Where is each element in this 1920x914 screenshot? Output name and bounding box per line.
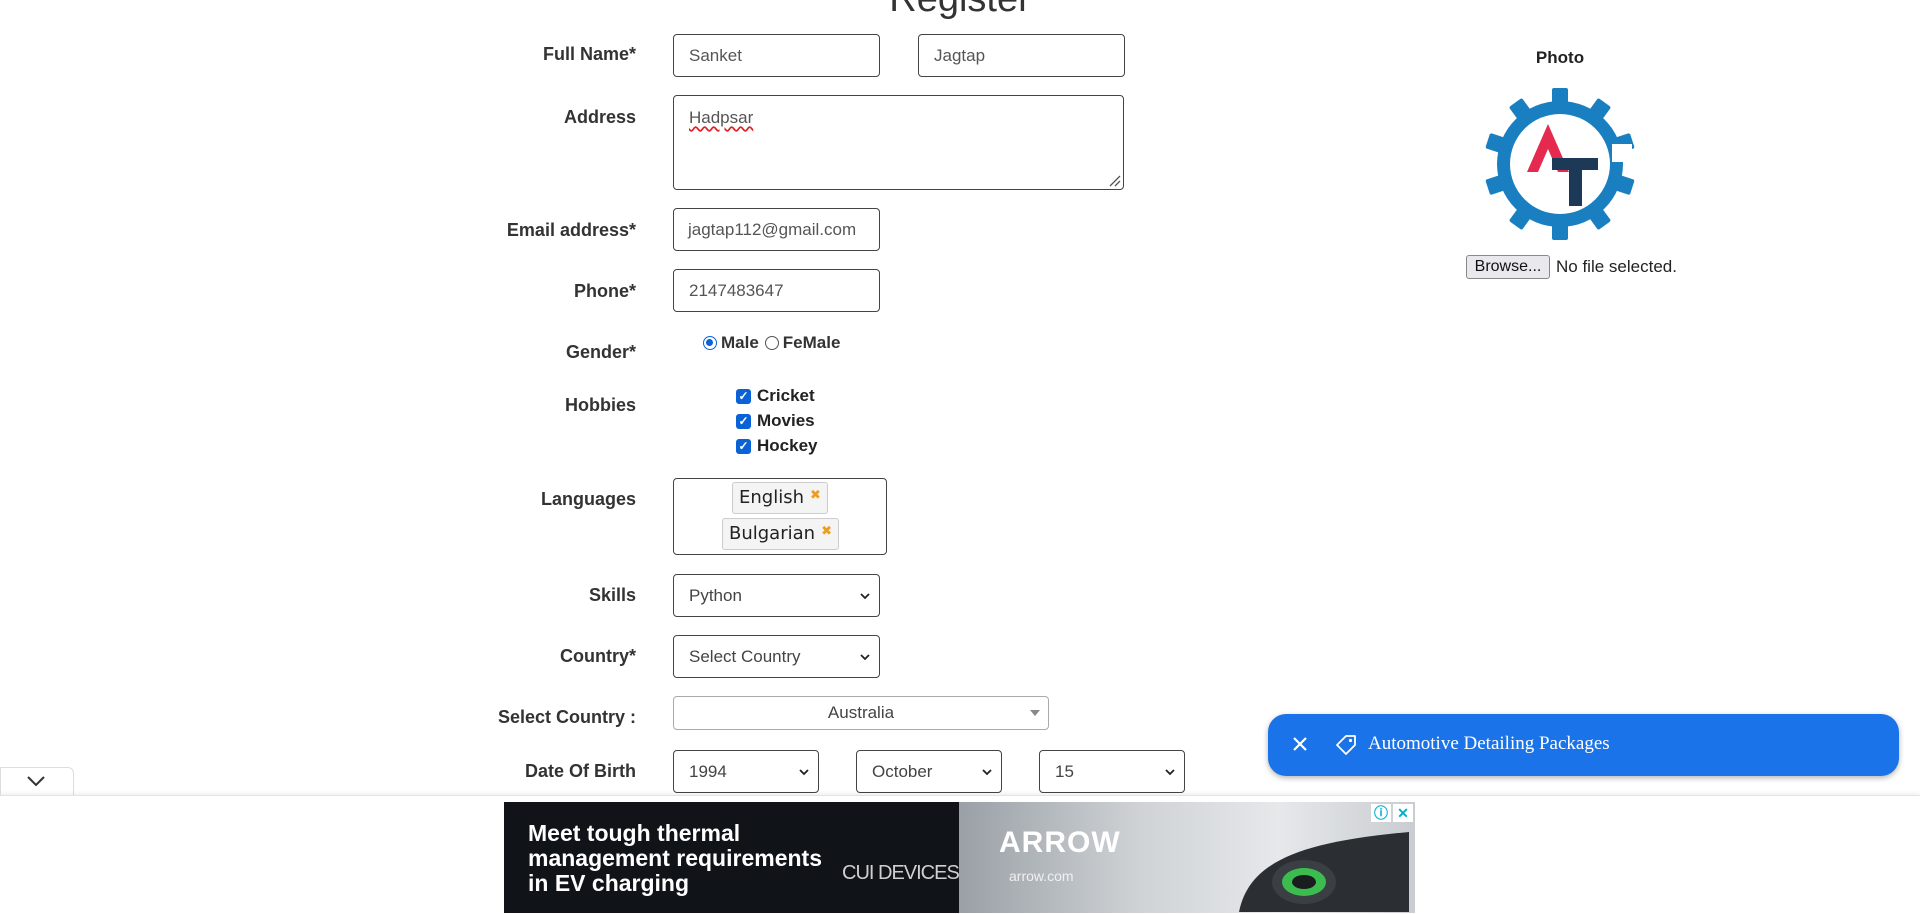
promo-popup[interactable]: Automotive Detailing Packages bbox=[1268, 714, 1899, 776]
checkbox-checked-icon[interactable]: ✓ bbox=[736, 388, 751, 404]
ad-left-panel: Meet tough thermal management requiremen… bbox=[504, 802, 960, 913]
ad-brand-arrow: ARROW bbox=[999, 826, 1121, 859]
chevron-down-icon bbox=[860, 593, 870, 600]
hobbies-label: Hobbies bbox=[564, 395, 636, 415]
email-label: Email address* bbox=[506, 220, 636, 240]
hobby-hockey[interactable]: ✓ Hockey bbox=[736, 436, 817, 456]
ad-right-panel: ARROW arrow.com ⓘ ✕ bbox=[959, 802, 1415, 913]
hobby-label: Hockey bbox=[757, 436, 818, 455]
ad-headline: Meet tough thermal management requiremen… bbox=[528, 820, 822, 896]
chip-label: Bulgarian bbox=[729, 523, 816, 544]
hobby-cricket[interactable]: ✓ Cricket bbox=[736, 386, 815, 406]
gear-logo-icon bbox=[1485, 88, 1635, 240]
select-country-dropdown[interactable]: Australia bbox=[673, 696, 1049, 730]
dob-day-select[interactable]: 15 bbox=[1039, 750, 1185, 793]
dob-label: Date Of Birth bbox=[524, 761, 636, 781]
phone-label: Phone* bbox=[573, 281, 636, 301]
email-field[interactable]: jagtap112@gmail.com bbox=[673, 208, 880, 251]
address-textarea[interactable]: Hadpsar bbox=[673, 95, 1124, 190]
languages-label: Languages bbox=[540, 489, 636, 509]
close-icon[interactable] bbox=[1286, 730, 1314, 758]
ad-url: arrow.com bbox=[1009, 868, 1074, 884]
chevron-down-icon bbox=[860, 654, 870, 661]
ad-info-icon[interactable]: ⓘ bbox=[1371, 804, 1391, 822]
male-radio[interactable] bbox=[703, 336, 717, 350]
chevron-down-icon bbox=[799, 769, 809, 776]
address-label: Address bbox=[563, 107, 636, 127]
skills-value: Python bbox=[689, 586, 742, 605]
phone-field[interactable]: 2147483647 bbox=[673, 269, 880, 312]
browse-button[interactable]: Browse... bbox=[1466, 255, 1550, 279]
gender-label: Gender* bbox=[565, 342, 636, 362]
hobby-label: Cricket bbox=[757, 386, 815, 405]
female-radio[interactable] bbox=[764, 336, 779, 350]
collapse-ad-tab[interactable] bbox=[0, 767, 74, 796]
dob-year-select[interactable]: 1994 bbox=[673, 750, 819, 793]
ad-banner[interactable]: Meet tough thermal management requiremen… bbox=[504, 802, 1415, 913]
first-name-field[interactable]: Sanket bbox=[673, 34, 880, 77]
dob-year-value: 1994 bbox=[689, 762, 727, 781]
chip-label: English bbox=[739, 487, 804, 508]
chevron-down-icon bbox=[27, 776, 45, 787]
country-select[interactable]: Select Country bbox=[673, 635, 880, 678]
remove-chip-icon[interactable]: ✖ bbox=[810, 488, 821, 503]
dob-month-select[interactable]: October bbox=[856, 750, 1002, 793]
country-value: Select Country bbox=[689, 647, 801, 666]
file-status: No file selected. bbox=[1556, 257, 1677, 276]
full-name-label: Full Name* bbox=[542, 44, 636, 64]
language-chip: English ✖ bbox=[732, 482, 828, 514]
photo-label: Photo bbox=[1535, 48, 1585, 67]
page-title: Register bbox=[0, 0, 1920, 21]
address-text: Hadpsar bbox=[689, 108, 754, 127]
dropdown-arrow-icon bbox=[1030, 710, 1040, 716]
ad-brand-cui: CUI DEVICES bbox=[842, 862, 960, 884]
checkbox-checked-icon[interactable]: ✓ bbox=[736, 413, 751, 429]
hobby-label: Movies bbox=[757, 411, 815, 430]
last-name-field[interactable]: Jagtap bbox=[918, 34, 1125, 77]
chevron-down-icon bbox=[982, 769, 992, 776]
checkbox-checked-icon[interactable]: ✓ bbox=[736, 438, 751, 454]
promo-text[interactable]: Automotive Detailing Packages bbox=[1368, 733, 1610, 755]
select-country-value: Australia bbox=[827, 703, 895, 722]
gender-radio-group: Male FeMale bbox=[703, 333, 840, 353]
tag-icon bbox=[1336, 735, 1356, 755]
select-country-label: Select Country : bbox=[497, 707, 636, 727]
chevron-down-icon bbox=[1165, 769, 1175, 776]
ad-badges: ⓘ ✕ bbox=[1371, 804, 1413, 822]
ad-close-icon[interactable]: ✕ bbox=[1393, 804, 1413, 822]
remove-chip-icon[interactable]: ✖ bbox=[821, 524, 832, 539]
ev-charger-icon bbox=[1239, 832, 1409, 912]
resize-handle-icon[interactable] bbox=[1107, 173, 1121, 187]
female-radio-label: FeMale bbox=[782, 333, 841, 352]
dob-month-value: October bbox=[872, 762, 933, 781]
dob-day-value: 15 bbox=[1055, 762, 1074, 781]
country-label: Country* bbox=[560, 646, 636, 666]
hobby-movies[interactable]: ✓ Movies bbox=[736, 411, 815, 431]
languages-multiselect[interactable]: English ✖ Bulgarian ✖ bbox=[673, 478, 887, 555]
language-chip: Bulgarian ✖ bbox=[722, 518, 839, 550]
male-radio-label: Male bbox=[721, 333, 759, 352]
skills-select[interactable]: Python bbox=[673, 574, 880, 617]
skills-label: Skills bbox=[588, 585, 636, 605]
